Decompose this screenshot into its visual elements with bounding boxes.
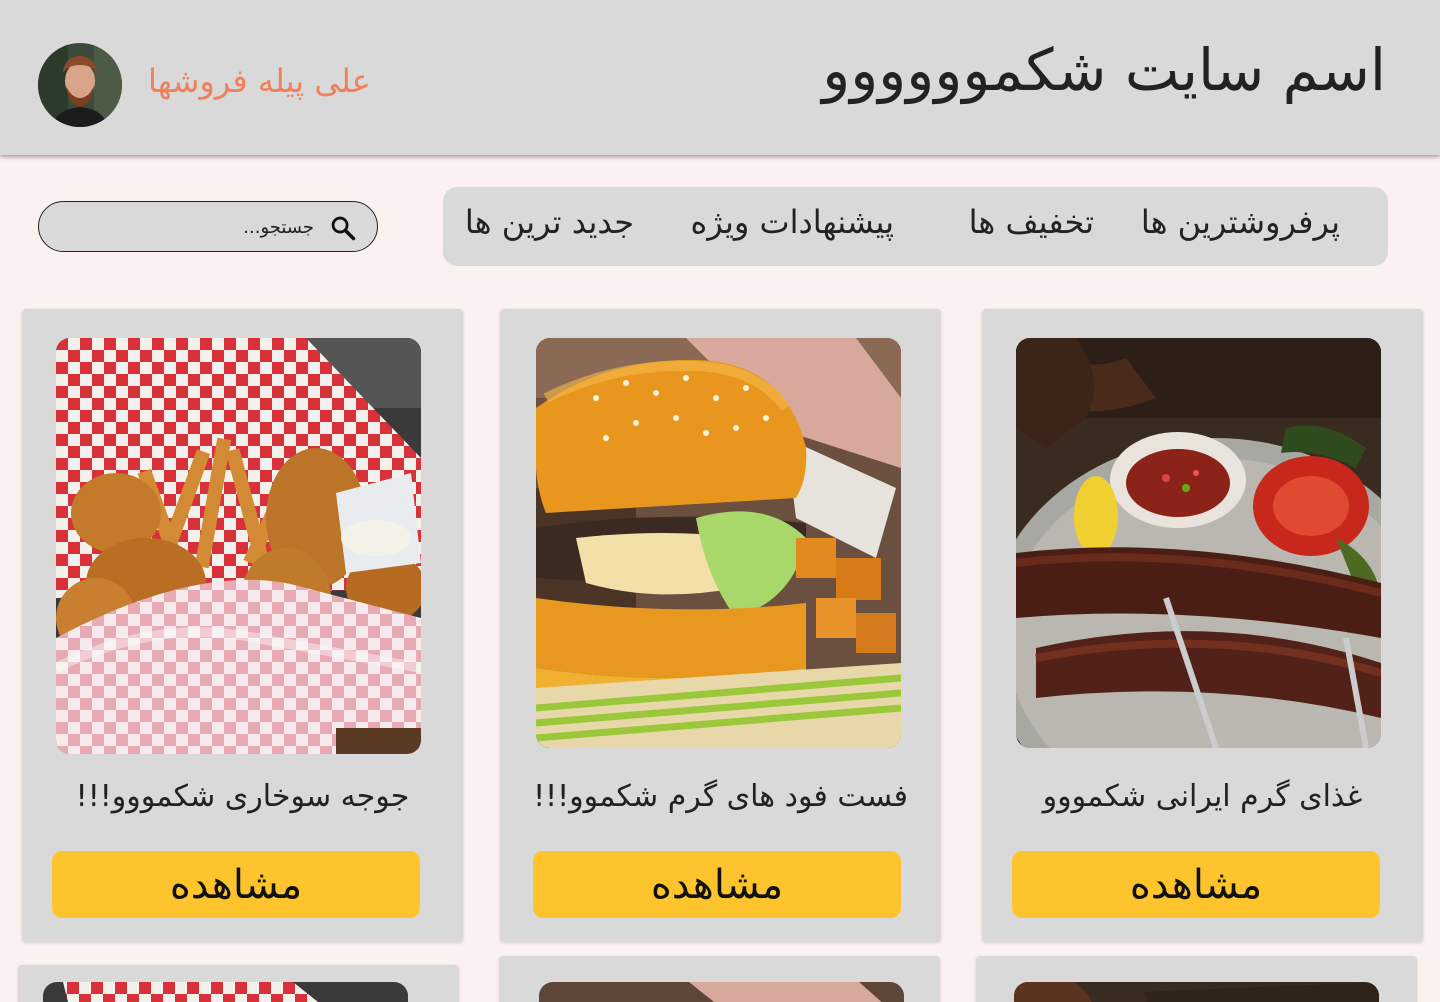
site-title[interactable]: اسم سایت شکموووووو xyxy=(822,36,1386,104)
search-icon[interactable] xyxy=(329,214,357,242)
nav-item-best-sellers[interactable]: پرفروشترین ها xyxy=(1141,203,1340,241)
kebab-image[interactable] xyxy=(1014,982,1379,1002)
product-card: جوجه سوخاری شکمووو!!! مشاهده xyxy=(22,309,463,942)
fried-chicken-image[interactable] xyxy=(43,982,408,1002)
product-card: فست فود های گرم شکموو!!! مشاهده xyxy=(500,309,941,942)
burger-image[interactable] xyxy=(539,982,904,1002)
kebab-image[interactable] xyxy=(1016,338,1381,748)
nav-item-special-offers[interactable]: پیشنهادات ویژه xyxy=(691,203,894,241)
view-button[interactable]: مشاهده xyxy=(533,851,901,918)
card-title: جوجه سوخاری شکمووو!!! xyxy=(75,779,410,814)
product-card: غذای گرم ایرانی شکمووو مشاهده xyxy=(982,309,1423,942)
nav-item-newest[interactable]: جدید ترین ها xyxy=(465,203,634,241)
card-title: غذای گرم ایرانی شکمووو xyxy=(1042,779,1363,814)
card-title: فست فود های گرم شکموو!!! xyxy=(533,779,908,814)
product-card xyxy=(18,965,459,1002)
product-card xyxy=(499,956,940,1002)
nav-item-discounts[interactable]: تخفیف ها xyxy=(969,203,1094,241)
site-header: اسم سایت شکموووووو علی پیله فروشها xyxy=(0,0,1440,155)
search-input[interactable] xyxy=(59,210,314,244)
fried-chicken-image[interactable] xyxy=(56,338,421,754)
product-card xyxy=(976,956,1417,1002)
user-name[interactable]: علی پیله فروشها xyxy=(148,62,371,100)
search-box xyxy=(38,201,378,252)
view-button[interactable]: مشاهده xyxy=(52,851,420,918)
avatar[interactable] xyxy=(38,43,122,127)
view-button[interactable]: مشاهده xyxy=(1012,851,1380,918)
main-nav: پرفروشترین ها تخفیف ها پیشنهادات ویژه جد… xyxy=(443,187,1388,266)
burger-image[interactable] xyxy=(536,338,901,748)
